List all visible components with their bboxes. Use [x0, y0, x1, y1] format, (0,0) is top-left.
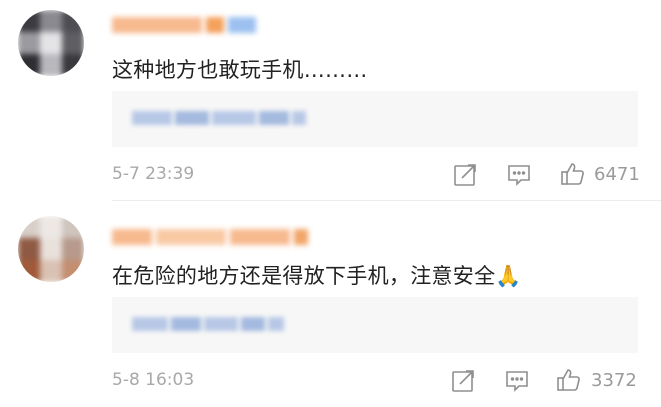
like-icon[interactable] — [556, 367, 582, 393]
like-count: 3372 — [591, 370, 637, 391]
like-count: 6471 — [594, 164, 640, 185]
comment-item: 这种地方也敢玩手机……… 5-7 23:39 6471 — [0, 0, 661, 200]
share-icon[interactable] — [452, 162, 478, 188]
comment-item: 在危险的地方还是得放下手机，注意安全🙏 5-8 16:03 3372 — [0, 210, 661, 407]
reply-preview-text — [132, 317, 284, 333]
comment-time: 5-7 23:39 — [112, 164, 195, 184]
comment-time: 5-8 16:03 — [112, 370, 195, 390]
reply-preview[interactable] — [112, 91, 638, 147]
avatar[interactable] — [18, 216, 84, 282]
username[interactable] — [112, 14, 256, 36]
comment-divider — [112, 200, 661, 201]
comment-text: 在危险的地方还是得放下手机，注意安全🙏 — [112, 264, 522, 288]
username[interactable] — [112, 226, 308, 248]
comment-text: 这种地方也敢玩手机……… — [112, 58, 368, 82]
comment-icon[interactable] — [506, 162, 532, 188]
reply-preview-text — [132, 111, 306, 127]
comment-icon[interactable] — [504, 368, 530, 394]
like-icon[interactable] — [560, 161, 586, 187]
share-icon[interactable] — [450, 368, 476, 394]
avatar[interactable] — [18, 10, 84, 76]
reply-preview[interactable] — [112, 297, 638, 353]
